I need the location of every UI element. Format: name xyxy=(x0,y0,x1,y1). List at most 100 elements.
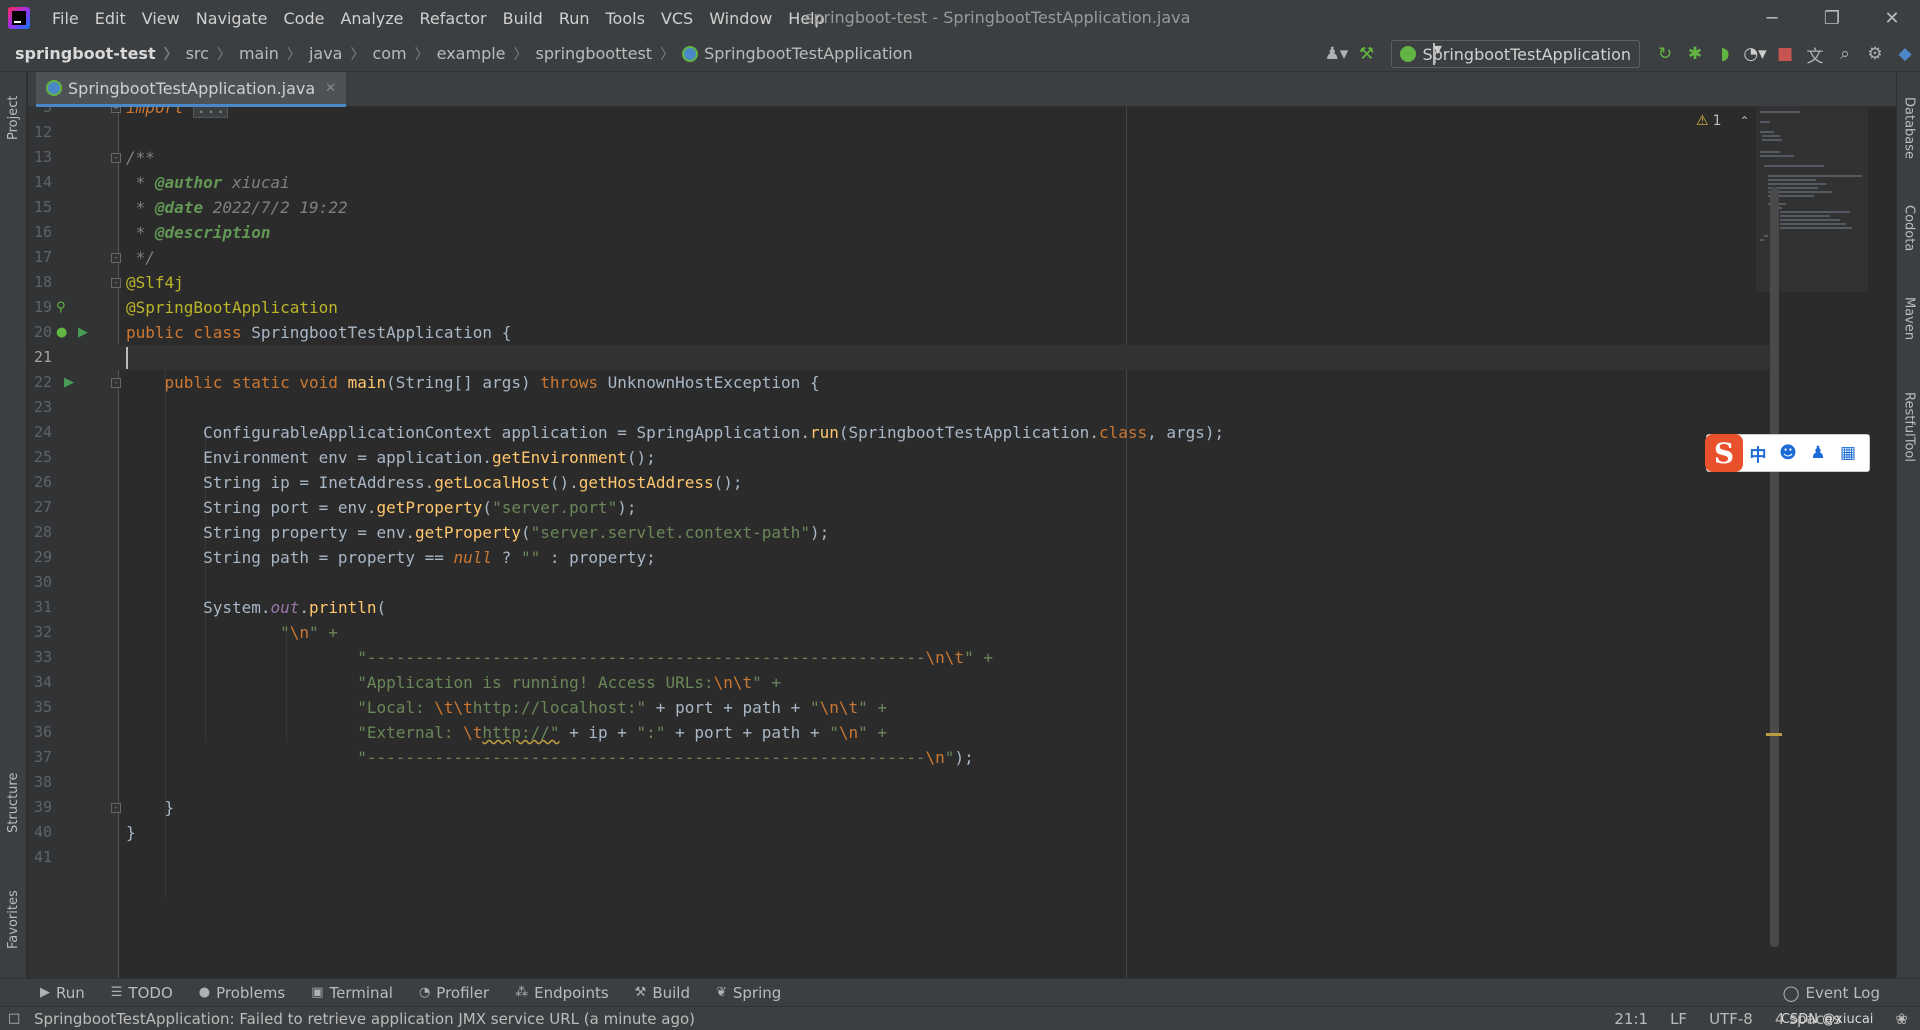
token: . xyxy=(299,598,310,617)
menu-analyze[interactable]: Analyze xyxy=(332,9,411,28)
fold-collapse-icon[interactable]: - xyxy=(111,378,121,388)
menu-vcs[interactable]: VCS xyxy=(653,9,701,28)
code-editor[interactable]: 3 + import ... 12 13 - /** 14 * @author … xyxy=(28,107,1896,978)
ime-mode-toggle[interactable]: 中 xyxy=(1743,441,1773,466)
menu-window[interactable]: Window xyxy=(701,9,780,28)
toolbox-icon[interactable]: ◆ xyxy=(1890,39,1920,69)
breadcrumb-main[interactable]: main 〉 xyxy=(231,44,301,64)
restfultool-tool-tab[interactable]: RestfulTool xyxy=(1897,372,1920,482)
code-line: 15 * @date 2022/7/2 19:22 xyxy=(28,195,1773,220)
codota-tool-tab[interactable]: Codota xyxy=(1897,188,1920,268)
folded-region[interactable]: ... xyxy=(193,107,229,118)
line-number: 18 xyxy=(33,273,52,291)
endpoints-tool-button[interactable]: ⁂ Endpoints xyxy=(515,984,609,1002)
fold-end-icon[interactable]: - xyxy=(111,803,121,813)
breadcrumb-java[interactable]: java 〉 xyxy=(301,44,365,64)
tool-label: TODO xyxy=(128,983,173,1002)
run-config-dropdown[interactable]: SpringbootTestApplication ▼ xyxy=(1391,40,1640,68)
menu-file[interactable]: File xyxy=(44,9,87,28)
caret-position[interactable]: 21:1 xyxy=(1614,1010,1648,1028)
problems-tool-button[interactable]: ● Problems xyxy=(199,984,285,1002)
rerun-icon[interactable]: ↻ xyxy=(1650,39,1680,69)
run-gutter-icon[interactable]: ▶ xyxy=(64,370,74,395)
profiler-tool-button[interactable]: ◔ Profiler xyxy=(419,984,489,1002)
breadcrumb-class[interactable]: SpringbootTestApplication xyxy=(674,44,913,63)
breadcrumb-com[interactable]: com 〉 xyxy=(364,44,428,64)
breadcrumb-springboottest[interactable]: springboottest 〉 xyxy=(528,44,675,64)
database-tool-tab[interactable]: Database xyxy=(1897,82,1920,174)
line-number: 35 xyxy=(33,698,52,716)
line-number: 26 xyxy=(33,473,52,491)
breadcrumb-src[interactable]: src 〉 xyxy=(178,44,231,64)
todo-tool-button[interactable]: ☰ TODO xyxy=(111,984,173,1002)
translate-icon[interactable]: 文 xyxy=(1800,39,1830,69)
menu-tools[interactable]: Tools xyxy=(598,9,653,28)
editor-tab-active[interactable]: SpringbootTestApplication.java ✕ xyxy=(36,72,347,107)
menu-view[interactable]: View xyxy=(134,9,188,28)
fold-collapse-icon[interactable]: - xyxy=(111,153,121,163)
structure-tool-tab[interactable]: Structure xyxy=(0,758,27,848)
token: \t xyxy=(463,723,483,742)
menu-run[interactable]: Run xyxy=(551,9,598,28)
grid-menu-icon[interactable]: ▦ xyxy=(1833,443,1863,463)
code-text: System.out.println( xyxy=(126,595,386,620)
code-line: 3 + import ... xyxy=(28,107,1773,120)
menu-edit[interactable]: Edit xyxy=(87,9,134,28)
spring-boot-gutter-icon[interactable]: ● xyxy=(56,320,67,345)
status-message[interactable]: SpringbootTestApplication: Failed to ret… xyxy=(34,1010,695,1028)
settings-gear-icon[interactable]: ⚙ xyxy=(1860,39,1890,69)
code-line: 27 String port = env.getProperty("server… xyxy=(28,495,1773,520)
project-tool-tab[interactable]: Project xyxy=(0,78,27,158)
profile-icon[interactable]: ◔▾ xyxy=(1740,39,1770,69)
code-text: /** xyxy=(126,148,155,167)
breadcrumb-label: main xyxy=(238,44,279,63)
ime-toolbar[interactable]: S 中 ☻ ♟ ▦ xyxy=(1705,434,1870,472)
maven-tool-tab[interactable]: Maven xyxy=(1897,284,1920,354)
code-text: @Slf4j xyxy=(126,273,184,292)
restore-button[interactable]: ❐ xyxy=(1804,0,1860,36)
fold-expand-icon[interactable]: + xyxy=(111,107,121,113)
build-hammer-icon[interactable]: ⚒ xyxy=(1351,39,1381,69)
run-tool-button[interactable]: ▶ Run xyxy=(40,984,85,1002)
debug-bug-icon[interactable]: ✱ xyxy=(1680,39,1710,69)
favorites-tool-tab[interactable]: Favorites xyxy=(0,872,27,967)
spring-tool-button[interactable]: ❦ Spring xyxy=(716,984,781,1002)
breadcrumb-project[interactable]: springboot-test 〉 xyxy=(0,44,178,64)
warning-stripe-marker[interactable] xyxy=(1766,733,1782,736)
spring-bean-gutter-icon[interactable]: ⚲ xyxy=(56,295,66,320)
terminal-tool-button[interactable]: ▣ Terminal xyxy=(311,984,393,1002)
run-gutter-icon[interactable]: ▶ xyxy=(78,320,88,345)
code-text: public class SpringbootTestApplication { xyxy=(126,320,511,345)
line-separator[interactable]: LF xyxy=(1670,1010,1687,1028)
coverage-icon[interactable]: ◗ xyxy=(1710,39,1740,69)
previous-highlight-icon[interactable]: ⌃ xyxy=(1739,114,1749,128)
token: ( xyxy=(482,498,493,517)
fold-end-icon[interactable]: - xyxy=(111,253,121,263)
user-icon[interactable]: ♟ xyxy=(1803,443,1833,463)
emoji-icon[interactable]: ☻ xyxy=(1773,443,1803,463)
vertical-scrollbar[interactable] xyxy=(1770,187,1779,947)
stop-icon[interactable]: ■ xyxy=(1770,39,1800,69)
close-tab-icon[interactable]: ✕ xyxy=(325,81,336,96)
token: "" xyxy=(520,548,541,567)
event-log-button[interactable]: ◯ Event Log xyxy=(1783,979,1880,1007)
fold-collapse-icon[interactable]: - xyxy=(111,278,121,288)
menu-navigate[interactable]: Navigate xyxy=(188,9,276,28)
line-number: 15 xyxy=(33,198,52,216)
close-button[interactable]: ✕ xyxy=(1864,0,1920,36)
chevron-right-icon: 〉 xyxy=(414,46,429,63)
line-number: 37 xyxy=(33,748,52,766)
build-tool-button[interactable]: ⚒ Build xyxy=(635,984,690,1002)
sogou-logo-icon[interactable]: S xyxy=(1705,434,1743,472)
menu-code[interactable]: Code xyxy=(276,9,333,28)
user-dropdown-icon[interactable]: ♟▾ xyxy=(1321,39,1351,69)
file-encoding[interactable]: UTF-8 xyxy=(1709,1010,1753,1028)
search-icon[interactable]: ⌕ xyxy=(1830,39,1860,69)
menu-refactor[interactable]: Refactor xyxy=(412,9,495,28)
toggle-tool-windows-icon[interactable]: □ xyxy=(8,1011,20,1026)
minimize-button[interactable]: ─ xyxy=(1744,0,1800,36)
window-title: springboot-test - SpringbootTestApplicat… xyxy=(805,8,1191,27)
breadcrumb-example[interactable]: example 〉 xyxy=(429,44,528,64)
menu-build[interactable]: Build xyxy=(495,9,551,28)
memory-indicator-icon[interactable]: ❀ xyxy=(1895,1010,1908,1028)
